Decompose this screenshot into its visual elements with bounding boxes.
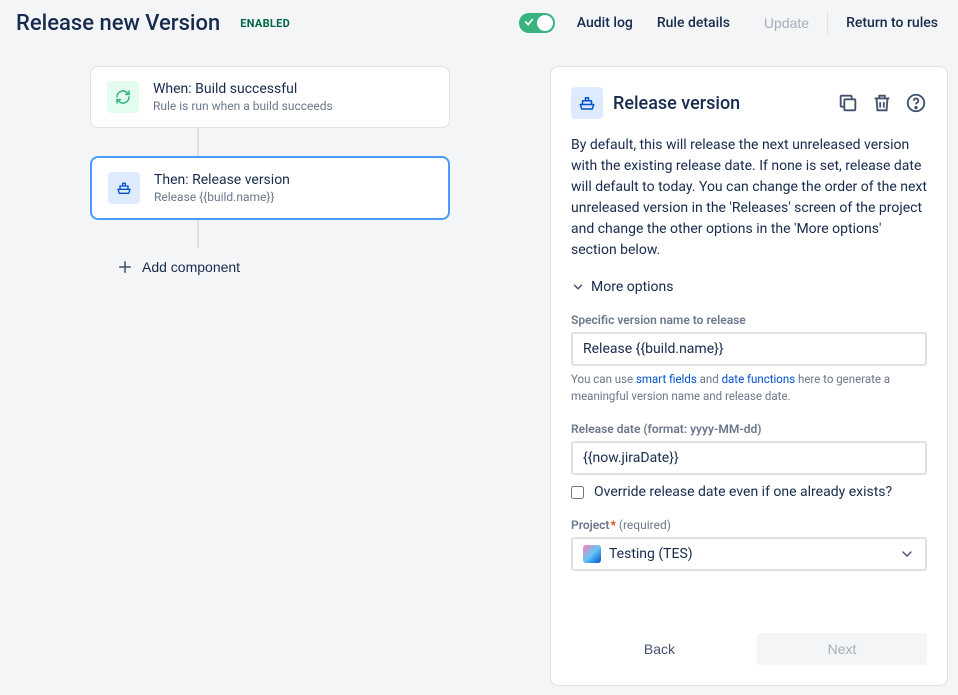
- release-date-input[interactable]: [571, 441, 927, 475]
- trash-icon[interactable]: [871, 92, 893, 114]
- config-panel: Release version By default, this will re…: [550, 66, 948, 686]
- release-date-label: Release date (format: yyyy-MM-dd): [571, 422, 927, 436]
- action-subtitle: Release {{build.name}}: [154, 190, 290, 204]
- smart-fields-link[interactable]: smart fields: [636, 372, 697, 386]
- more-options-label: More options: [591, 279, 674, 295]
- help-icon[interactable]: [905, 92, 927, 114]
- status-badge: ENABLED: [234, 15, 296, 32]
- version-name-hint: You can use smart fields and date functi…: [571, 371, 927, 406]
- copy-icon[interactable]: [837, 92, 859, 114]
- chevron-down-icon: [899, 546, 915, 562]
- check-icon: [524, 17, 534, 27]
- ship-icon: [571, 87, 603, 119]
- page-title: Release new Version: [16, 11, 220, 36]
- rule-canvas: When: Build successful Rule is run when …: [10, 66, 530, 686]
- refresh-icon: [107, 81, 139, 113]
- rule-details-link[interactable]: Rule details: [657, 15, 730, 31]
- trigger-subtitle: Rule is run when a build succeeds: [153, 99, 333, 113]
- override-date-label: Override release date even if one alread…: [594, 483, 892, 503]
- trigger-title: When: Build successful: [153, 81, 333, 97]
- back-button[interactable]: Back: [628, 633, 749, 665]
- date-functions-link[interactable]: date functions: [722, 372, 796, 386]
- project-avatar-icon: [583, 545, 601, 563]
- override-date-checkbox[interactable]: [571, 486, 584, 499]
- add-component-button[interactable]: Add component: [102, 248, 254, 286]
- connector-line: [197, 220, 199, 248]
- add-component-label: Add component: [142, 259, 240, 275]
- return-to-rules-link[interactable]: Return to rules: [846, 15, 938, 31]
- connector-line: [197, 128, 199, 156]
- panel-description: By default, this will release the next u…: [571, 135, 927, 261]
- panel-title: Release version: [613, 93, 827, 114]
- version-name-label: Specific version name to release: [571, 313, 927, 327]
- more-options-toggle[interactable]: More options: [571, 279, 927, 295]
- update-button: Update: [754, 9, 819, 37]
- project-select[interactable]: Testing (TES): [571, 537, 927, 571]
- next-button: Next: [757, 633, 927, 665]
- chevron-down-icon: [571, 280, 585, 294]
- rule-enabled-toggle[interactable]: [519, 13, 555, 33]
- project-label: Project*(required): [571, 518, 927, 532]
- audit-log-link[interactable]: Audit log: [577, 15, 633, 31]
- action-title: Then: Release version: [154, 172, 290, 188]
- page-header: Release new Version ENABLED Audit log Ru…: [0, 0, 958, 46]
- header-divider: [827, 11, 828, 35]
- ship-icon: [108, 172, 140, 204]
- project-select-value: Testing (TES): [609, 546, 891, 562]
- action-node[interactable]: Then: Release version Release {{build.na…: [90, 156, 450, 220]
- version-name-input[interactable]: [571, 332, 927, 366]
- trigger-node[interactable]: When: Build successful Rule is run when …: [90, 66, 450, 128]
- plus-icon: [116, 258, 134, 276]
